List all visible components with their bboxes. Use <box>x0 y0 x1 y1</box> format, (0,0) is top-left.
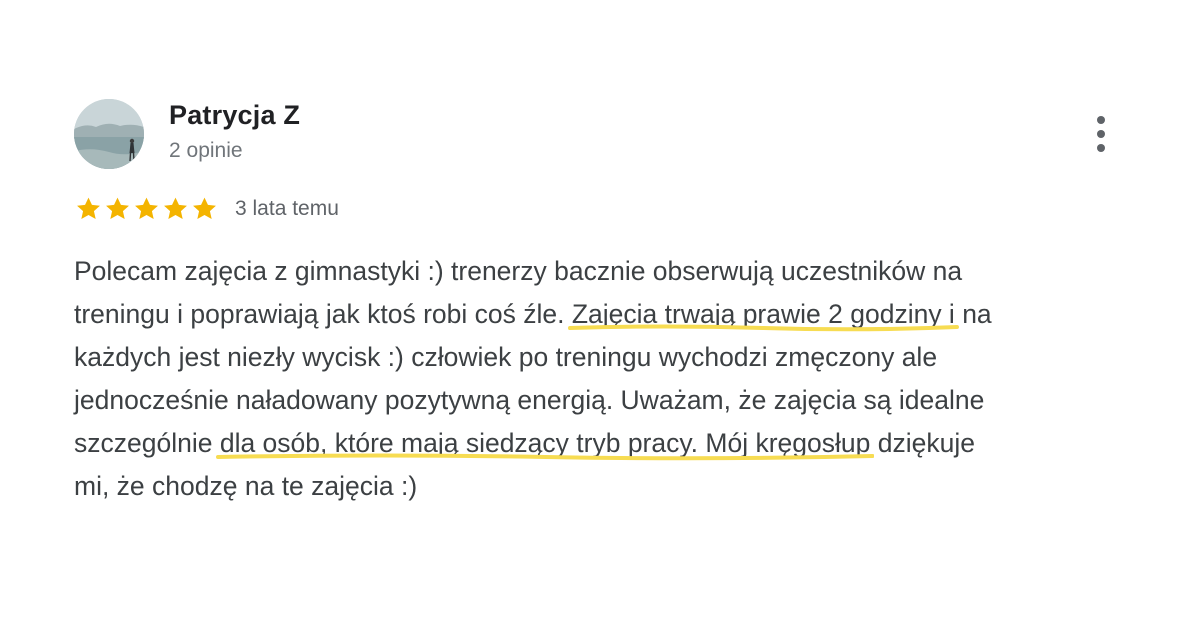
highlighted-phrase: dla osób, które mają siedzący tryb pracy… <box>219 428 871 458</box>
reviewer-review-count[interactable]: 2 opinie <box>169 139 243 163</box>
more-options-button[interactable] <box>1086 112 1116 156</box>
review-text-line: mi, że chodzę na te zajęcia :) <box>74 471 418 501</box>
review-text-line: Polecam zajęcia z gimnastyki :) trenerzy… <box>74 256 963 286</box>
review-text-line: jednocześnie naładowany pozytywną energi… <box>74 385 985 415</box>
star-rating <box>74 195 219 223</box>
review-date: 3 lata temu <box>235 197 339 220</box>
star-icon <box>103 195 132 223</box>
reviewer-name[interactable]: Patrycja Z <box>169 100 300 131</box>
star-icon <box>74 195 103 223</box>
review-text-line: treningu i poprawiają jak ktoś robi coś … <box>74 299 992 329</box>
rating-row: 3 lata temu <box>74 193 339 225</box>
highlighted-phrase: Zajęcia trwają prawie 2 godziny i <box>571 299 955 329</box>
avatar[interactable] <box>74 99 144 169</box>
star-icon <box>161 195 190 223</box>
star-icon <box>190 195 219 223</box>
review-text-line: szczególnie dla osób, które mają siedząc… <box>74 428 975 458</box>
review-text-line: każdych jest niezły wycisk :) człowiek p… <box>74 342 938 372</box>
avatar-photo <box>74 99 144 169</box>
review-text: Polecam zajęcia z gimnastyki :) trenerzy… <box>74 250 1154 508</box>
star-icon <box>132 195 161 223</box>
